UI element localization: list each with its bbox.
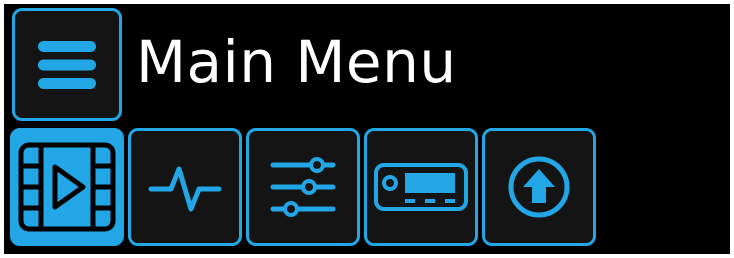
menu-button[interactable] [12,8,122,121]
main-menu-screen: Main Menu [4,4,730,254]
upload-arrow-icon [508,156,570,218]
device-receiver-icon [374,163,468,211]
settings-button[interactable] [246,128,360,246]
waveform-button[interactable] [128,128,242,246]
pulse-waveform-icon [148,166,222,212]
page-title: Main Menu [136,28,457,96]
device-button[interactable] [364,128,478,246]
hamburger-menu-icon [38,40,96,89]
upload-button[interactable] [482,128,596,246]
video-film-icon [18,142,116,232]
sliders-settings-icon [270,157,336,217]
video-button[interactable] [10,128,124,246]
